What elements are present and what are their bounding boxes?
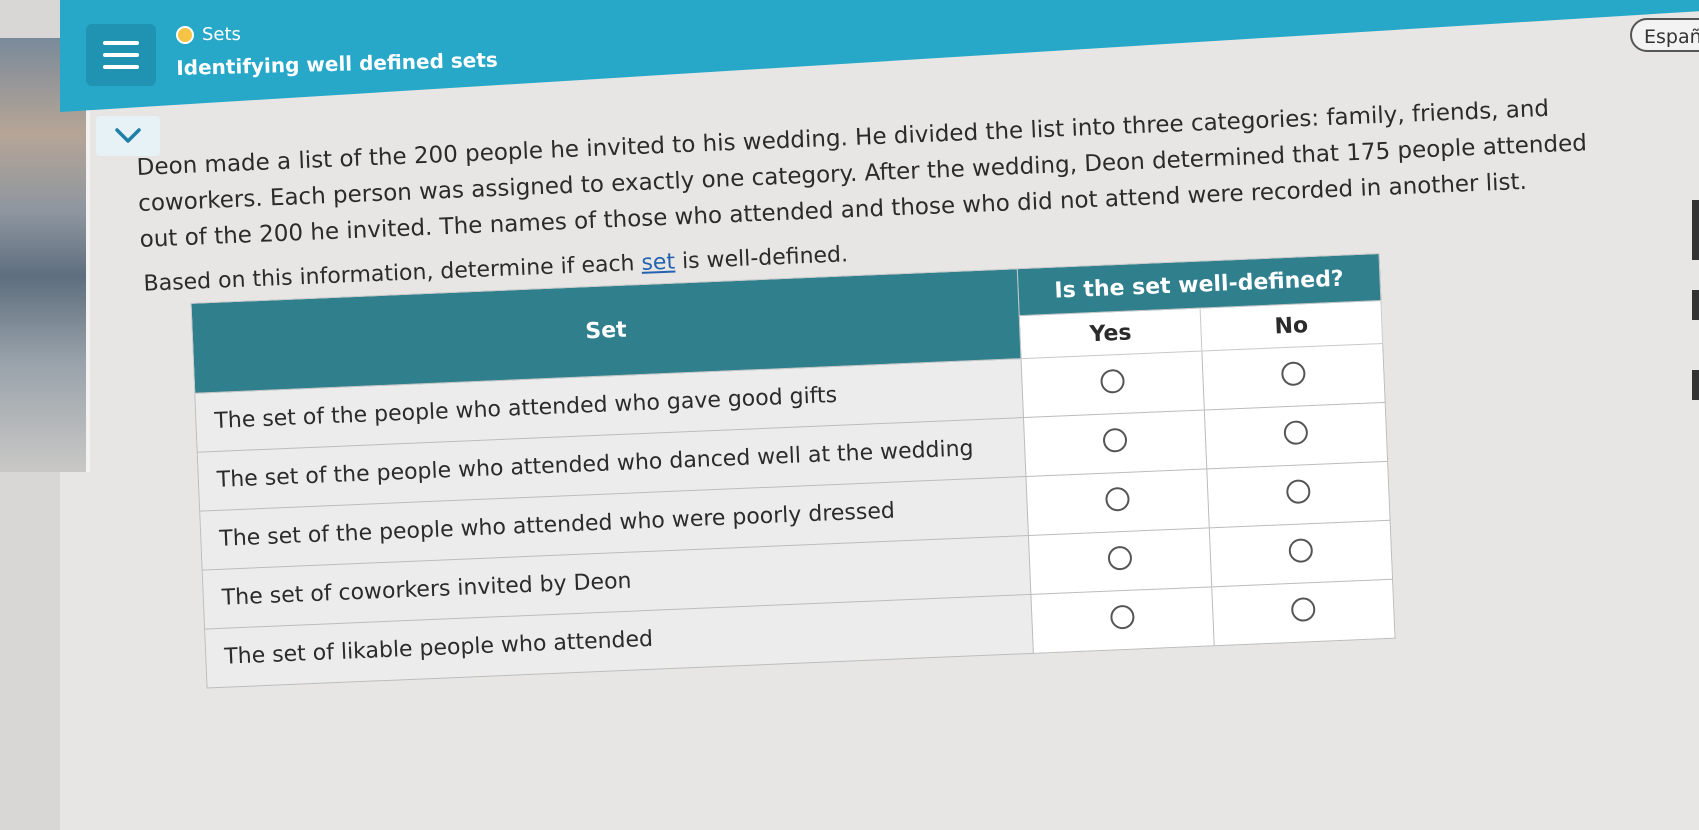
yes-radio[interactable] (1109, 604, 1135, 630)
no-radio[interactable] (1290, 597, 1316, 623)
screen-edge-mark (1692, 200, 1699, 260)
topic-name: Sets (202, 24, 241, 45)
no-radio[interactable] (1285, 479, 1311, 505)
no-radio[interactable] (1283, 420, 1309, 446)
no-radio[interactable] (1288, 538, 1314, 564)
no-column-header: No (1200, 300, 1383, 352)
progress-dot-icon (176, 25, 194, 44)
menu-button[interactable] (86, 24, 156, 86)
no-radio[interactable] (1280, 361, 1306, 387)
yes-radio[interactable] (1102, 427, 1128, 453)
chevron-down-icon (115, 128, 141, 143)
yes-radio[interactable] (1100, 368, 1126, 394)
answer-table: Set Is the set well-defined? Yes No The … (190, 253, 1396, 689)
topic-label: Sets (176, 24, 241, 45)
menu-icon (103, 41, 139, 45)
yes-radio[interactable] (1104, 486, 1130, 512)
set-definition-link[interactable]: set (641, 250, 676, 276)
yes-column-header: Yes (1019, 308, 1202, 359)
screen-edge-mark (1692, 370, 1699, 400)
yes-radio[interactable] (1107, 545, 1133, 571)
screen-edge-mark (1692, 290, 1699, 320)
problem-content: Deon made a list of the 200 people he in… (136, 89, 1617, 691)
language-button[interactable]: Españ (1630, 18, 1699, 52)
